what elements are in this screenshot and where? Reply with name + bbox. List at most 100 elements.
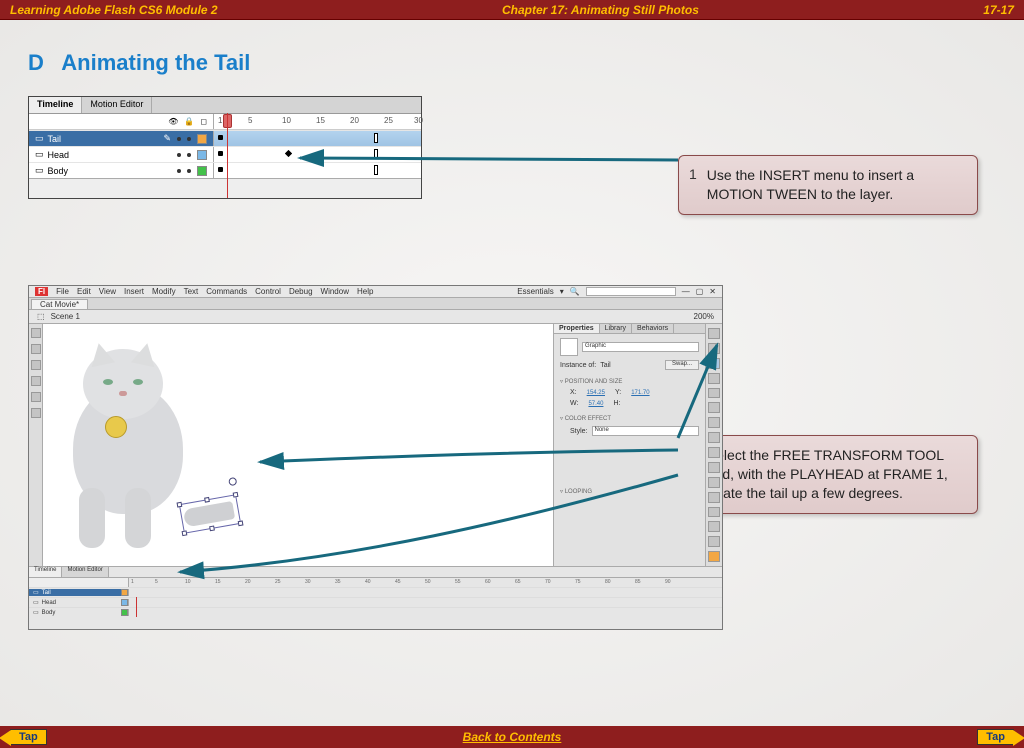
dock-icon[interactable] [31, 344, 41, 354]
color-swatch [197, 134, 207, 144]
eyedropper-tool-icon[interactable] [708, 492, 720, 503]
dock-icon[interactable] [31, 328, 41, 338]
w-value[interactable]: 57.40 [588, 401, 603, 407]
bt-layer-head[interactable]: ▭Head [29, 599, 129, 606]
tab-properties[interactable]: Properties [554, 324, 600, 333]
tab-library[interactable]: Library [600, 324, 632, 333]
stage[interactable] [43, 324, 554, 566]
left-dock [29, 324, 43, 566]
frame-ruler: 1 5 10 15 20 25 30 [214, 114, 421, 129]
header-left: Learning Adobe Flash CS6 Module 2 [10, 3, 218, 17]
layer-head[interactable]: ▭ Head [29, 147, 214, 162]
bt-layer-tail[interactable]: ▭Tail [29, 589, 129, 596]
pen-tool-icon[interactable] [708, 388, 720, 399]
tab-motion-editor[interactable]: Motion Editor [82, 97, 152, 113]
window-close-icon[interactable]: ✕ [709, 287, 716, 296]
bt-tab-motion[interactable]: Motion Editor [62, 567, 108, 577]
bottom-timeline: Timeline Motion Editor 1 5 10 15 20 25 3… [29, 566, 722, 629]
menu-window[interactable]: Window [321, 287, 349, 296]
rotate-handle-icon[interactable] [228, 477, 237, 486]
search-input[interactable] [586, 287, 676, 296]
line-tool-icon[interactable] [708, 417, 720, 428]
tail-transform-box[interactable] [179, 494, 241, 534]
properties-panel: Properties Library Behaviors Graphic Ins… [554, 324, 706, 566]
page-footer: Tap Back to Contents Tap [0, 726, 1024, 748]
color-swatch [197, 150, 207, 160]
y-value[interactable]: 171.70 [631, 390, 649, 396]
pencil-icon: ✎ [163, 133, 171, 144]
hand-tool-icon[interactable] [708, 521, 720, 532]
eraser-tool-icon[interactable] [708, 507, 720, 518]
track-head[interactable] [214, 147, 421, 162]
callout-step-2: 2 Select the FREE TRANSFORM TOOL and, wi… [678, 435, 978, 514]
menu-text[interactable]: Text [184, 287, 199, 296]
x-value[interactable]: 154.25 [587, 390, 605, 396]
style-dropdown[interactable]: None [592, 426, 699, 436]
menubar: Fl File Edit View Insert Modify Text Com… [29, 286, 722, 298]
selection-tool-icon[interactable] [708, 328, 720, 339]
section-color-effect: ▿ COLOR EFFECT [560, 415, 699, 422]
window-minimize-icon[interactable]: — [682, 287, 690, 296]
pencil-tool-icon[interactable] [708, 447, 720, 458]
menu-control[interactable]: Control [255, 287, 281, 296]
lock-icon[interactable]: 🔒 [184, 117, 194, 126]
free-transform-tool-icon[interactable] [708, 358, 720, 369]
dock-icon[interactable] [31, 360, 41, 370]
stroke-color-icon[interactable] [708, 551, 720, 562]
workspace-dropdown[interactable]: Essentials [517, 287, 553, 296]
subselection-tool-icon[interactable] [708, 343, 720, 354]
layer-body[interactable]: ▭ Body [29, 163, 214, 178]
back-to-contents-link[interactable]: Back to Contents [463, 730, 562, 744]
instance-of-value: Tail [600, 362, 611, 369]
menu-insert[interactable]: Insert [124, 287, 144, 296]
lasso-tool-icon[interactable] [708, 373, 720, 384]
section-title-text: Animating the Tail [61, 50, 250, 75]
dock-icon[interactable] [31, 376, 41, 386]
tab-behaviors[interactable]: Behaviors [632, 324, 674, 333]
brush-tool-icon[interactable] [708, 462, 720, 473]
menu-modify[interactable]: Modify [152, 287, 176, 296]
callout-step-1: 1 Use the INSERT menu to insert a MOTION… [678, 155, 978, 215]
text-tool-icon[interactable] [708, 402, 720, 413]
track-tail[interactable] [214, 131, 421, 146]
window-maximize-icon[interactable]: ▢ [696, 287, 704, 296]
callout-number: 1 [689, 166, 697, 204]
header-right: 17-17 [983, 3, 1014, 17]
instance-type-dropdown[interactable]: Graphic [582, 342, 699, 352]
track-body[interactable] [214, 163, 421, 178]
tap-next-button[interactable]: Tap [977, 729, 1014, 745]
zoom-tool-icon[interactable] [708, 536, 720, 547]
eye-icon[interactable]: 👁 [168, 117, 178, 126]
menu-view[interactable]: View [99, 287, 116, 296]
rectangle-tool-icon[interactable] [708, 432, 720, 443]
menu-edit[interactable]: Edit [77, 287, 91, 296]
cat-illustration [53, 344, 213, 544]
bt-ruler: 1 5 10 15 20 25 30 35 40 45 50 55 60 65 … [129, 578, 722, 587]
layer-tail[interactable]: ▭ Tail ✎ [29, 131, 214, 146]
dock-icon[interactable] [31, 408, 41, 418]
document-tab[interactable]: Cat Movie* [31, 299, 88, 309]
paint-bucket-tool-icon[interactable] [708, 477, 720, 488]
bt-layer-body[interactable]: ▭Body [29, 609, 129, 616]
flash-app-screenshot: Fl File Edit View Insert Modify Text Com… [28, 285, 723, 630]
bt-tab-timeline[interactable]: Timeline [29, 567, 62, 577]
section-heading: D Animating the Tail [28, 50, 996, 76]
header-center: Chapter 17: Animating Still Photos [502, 3, 699, 17]
instance-type-icon [560, 338, 578, 356]
menu-file[interactable]: File [56, 287, 69, 296]
tab-timeline[interactable]: Timeline [29, 97, 82, 113]
layer-icon: ▭ [35, 165, 44, 176]
menu-help[interactable]: Help [357, 287, 373, 296]
dock-icon[interactable] [31, 392, 41, 402]
page-body: D Animating the Tail Timeline Motion Edi… [0, 20, 1024, 726]
menu-commands[interactable]: Commands [206, 287, 247, 296]
callout-text: Use the INSERT menu to insert a MOTION T… [707, 166, 963, 204]
scene-name[interactable]: Scene 1 [51, 312, 80, 321]
menu-debug[interactable]: Debug [289, 287, 313, 296]
tap-prev-button[interactable]: Tap [10, 729, 47, 745]
swap-button[interactable]: Swap... [665, 360, 699, 370]
scene-icon: ⬚ [37, 312, 45, 321]
tools-panel [706, 324, 722, 566]
zoom-level[interactable]: 200% [694, 312, 714, 321]
outline-icon[interactable]: ◻ [200, 117, 207, 126]
